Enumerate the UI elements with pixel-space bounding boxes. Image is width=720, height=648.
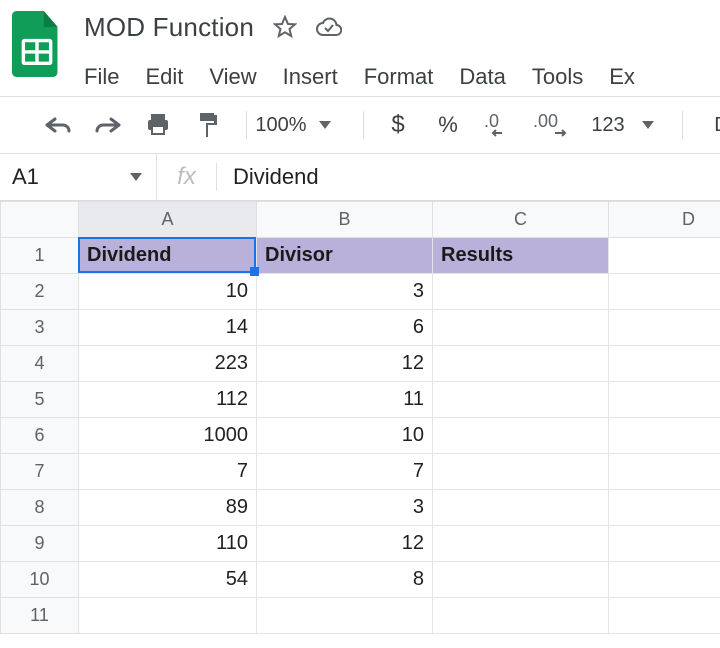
cell[interactable] [79,598,257,634]
select-all-corner[interactable] [1,202,79,238]
row-header[interactable]: 11 [1,598,79,634]
zoom-dropdown-icon[interactable] [305,105,345,145]
col-header-d[interactable]: D [609,202,720,238]
cell[interactable]: 223 [79,346,257,382]
row-header[interactable]: 7 [1,454,79,490]
spreadsheet-grid[interactable]: A B C D 1 Dividend Divisor Results 2103 … [0,201,720,634]
formula-input[interactable]: Dividend [233,164,720,190]
col-header-b[interactable]: B [257,202,433,238]
col-header-a[interactable]: A [79,202,257,238]
decrease-decimal-icon[interactable]: .0 [478,105,518,145]
format-currency[interactable]: $ [378,105,418,145]
cell[interactable] [433,454,609,490]
star-icon[interactable] [272,14,298,40]
cell[interactable]: 3 [257,490,433,526]
menu-file[interactable]: File [84,64,119,90]
format-percent[interactable]: % [428,105,468,145]
cell[interactable] [433,526,609,562]
cell-a1[interactable]: Dividend [79,238,257,274]
menu-edit[interactable]: Edit [145,64,183,90]
cell[interactable] [609,346,720,382]
row-header[interactable]: 10 [1,562,79,598]
cell[interactable]: 10 [79,274,257,310]
cell[interactable] [609,310,720,346]
menu-format[interactable]: Format [364,64,434,90]
menu-view[interactable]: View [209,64,256,90]
formula-bar: A1 fx Dividend [0,153,720,201]
cell[interactable]: 54 [79,562,257,598]
row-header[interactable]: 6 [1,418,79,454]
cell-c1[interactable]: Results [433,238,609,274]
cell[interactable] [433,418,609,454]
cell[interactable] [609,418,720,454]
cell[interactable]: 7 [257,454,433,490]
cell[interactable] [609,562,720,598]
menu-data[interactable]: Data [459,64,505,90]
menu-insert[interactable]: Insert [283,64,338,90]
menu-tools[interactable]: Tools [532,64,583,90]
cell[interactable]: 12 [257,526,433,562]
svg-text:.00: .00 [533,113,558,131]
row-header[interactable]: 4 [1,346,79,382]
format-more-dropdown-icon[interactable] [628,105,668,145]
cell[interactable] [257,598,433,634]
zoom-level[interactable]: 100% [261,105,301,145]
cell[interactable] [609,490,720,526]
row-header[interactable]: 2 [1,274,79,310]
row-header[interactable]: 3 [1,310,79,346]
toolbar: 100% $ % .0 .00 123 De [0,97,720,153]
row-header[interactable]: 5 [1,382,79,418]
cell-d1[interactable] [609,238,720,274]
cell[interactable] [609,526,720,562]
cloud-saved-icon[interactable] [316,14,342,40]
row-header[interactable]: 8 [1,490,79,526]
cell[interactable]: 14 [79,310,257,346]
format-more[interactable]: 123 [588,105,628,145]
cell[interactable] [433,274,609,310]
cell[interactable]: 11 [257,382,433,418]
cell[interactable] [609,274,720,310]
menu-bar: File Edit View Insert Format Data Tools … [84,58,720,96]
name-box-dropdown-icon[interactable] [116,154,156,200]
paint-format-icon[interactable] [188,105,228,145]
cell[interactable]: 6 [257,310,433,346]
menu-ext[interactable]: Ex [609,64,635,90]
cell[interactable]: 10 [257,418,433,454]
cell[interactable] [433,562,609,598]
font-select[interactable]: De [707,105,720,145]
cell[interactable] [433,382,609,418]
cell[interactable]: 7 [79,454,257,490]
col-header-c[interactable]: C [433,202,609,238]
cell[interactable]: 1000 [79,418,257,454]
row-header[interactable]: 9 [1,526,79,562]
sheets-logo[interactable] [10,8,64,80]
cell[interactable] [433,346,609,382]
increase-decimal-icon[interactable]: .00 [528,105,578,145]
cell[interactable]: 8 [257,562,433,598]
cell[interactable]: 89 [79,490,257,526]
cell[interactable]: 12 [257,346,433,382]
app-header: MOD Function File Edit View Insert Forma… [0,0,720,90]
name-box[interactable]: A1 [0,154,116,200]
doc-title[interactable]: MOD Function [84,12,254,43]
cell[interactable] [609,598,720,634]
undo-icon[interactable] [38,105,78,145]
cell[interactable] [433,490,609,526]
cell[interactable]: 112 [79,382,257,418]
cell-b1[interactable]: Divisor [257,238,433,274]
fx-icon: fx [156,154,216,200]
cell[interactable] [433,598,609,634]
cell[interactable] [609,382,720,418]
redo-icon[interactable] [88,105,128,145]
cell[interactable] [433,310,609,346]
svg-text:.0: .0 [484,113,499,131]
print-icon[interactable] [138,105,178,145]
cell[interactable]: 3 [257,274,433,310]
cell[interactable]: 110 [79,526,257,562]
cell[interactable] [609,454,720,490]
row-header[interactable]: 1 [1,238,79,274]
